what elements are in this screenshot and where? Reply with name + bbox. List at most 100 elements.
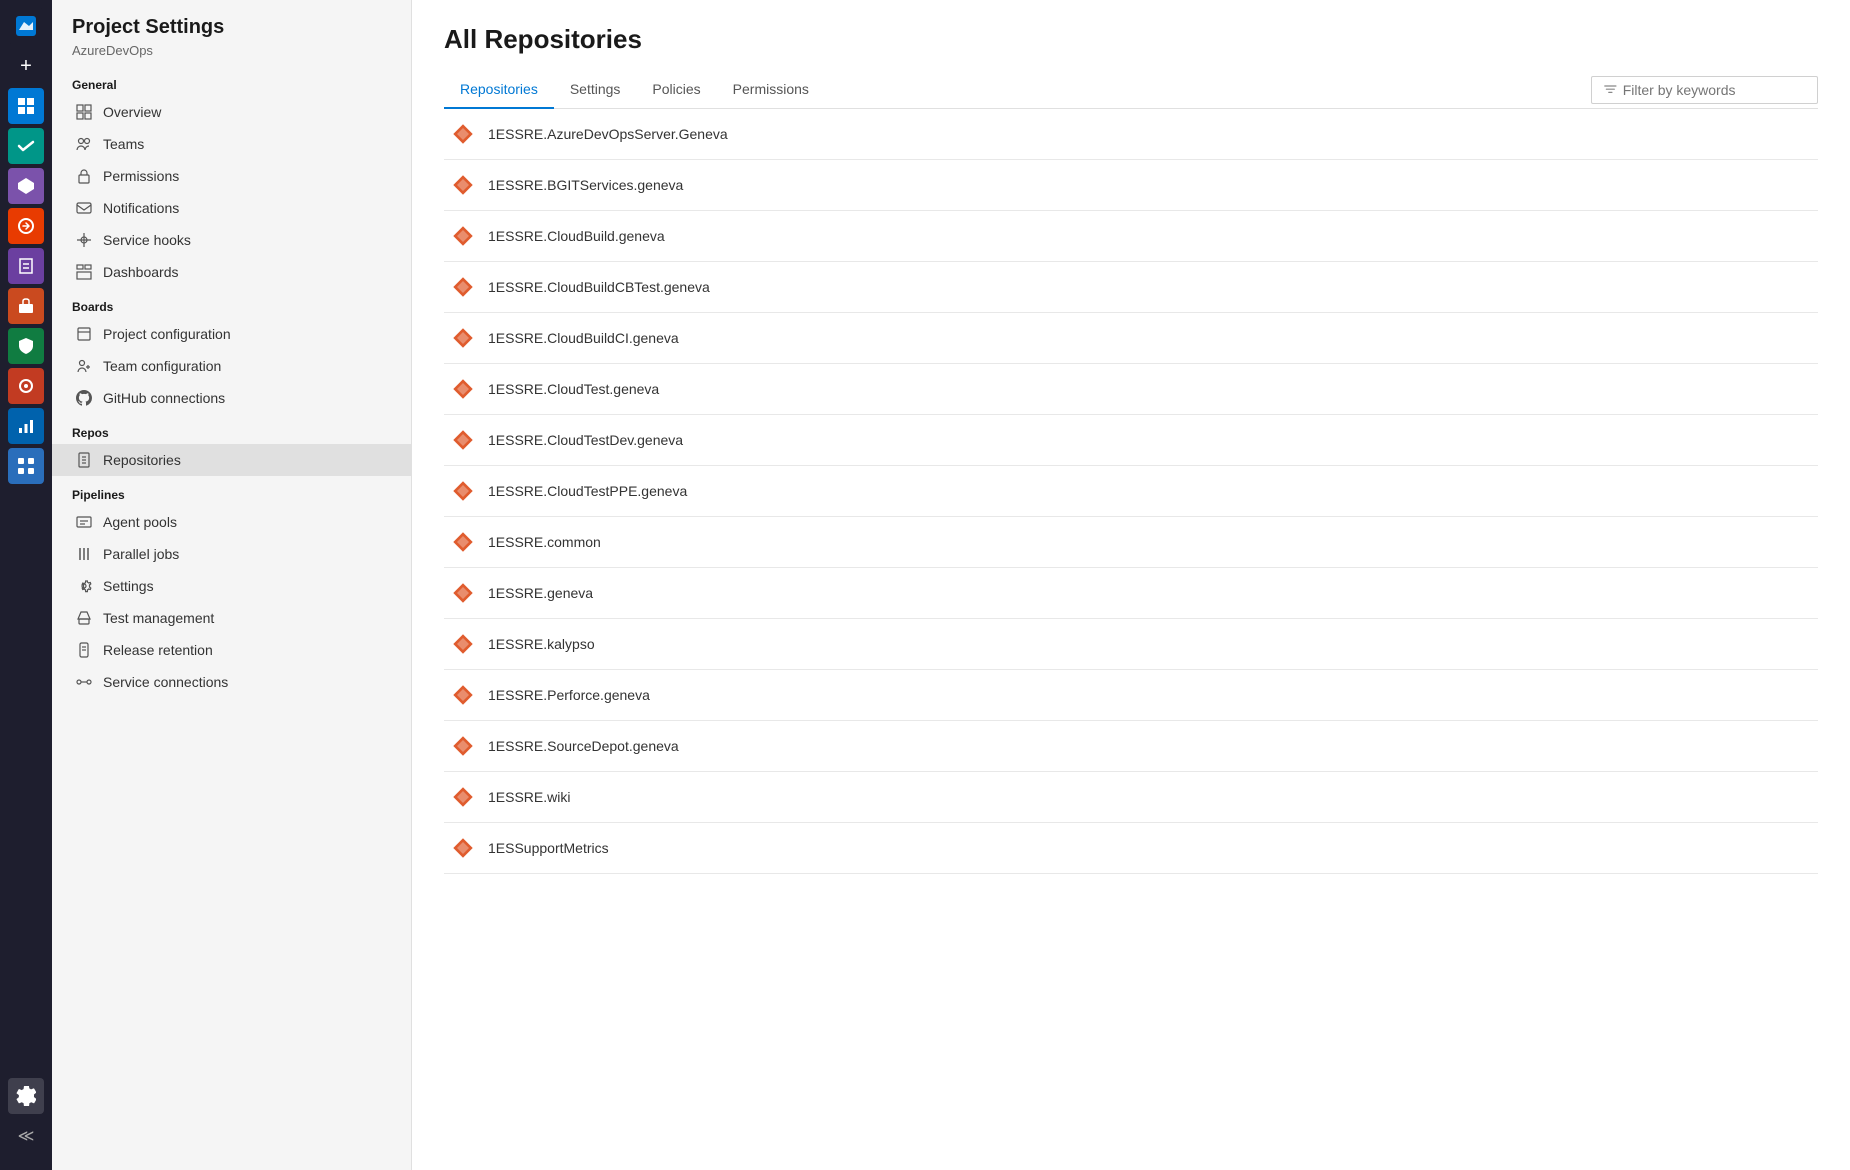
permissions-item[interactable]: Permissions: [52, 160, 411, 192]
pipeline-settings-icon: [75, 577, 93, 595]
repositories-tab[interactable]: Repositories: [444, 71, 554, 109]
repository-list-item[interactable]: 1ESSRE.geneva: [444, 568, 1818, 619]
notifications-item[interactable]: Notifications: [52, 192, 411, 224]
service-hooks-item[interactable]: Service hooks: [52, 224, 411, 256]
project-configuration-item[interactable]: Project configuration: [52, 318, 411, 350]
repository-list-item[interactable]: 1ESSRE.wiki: [444, 772, 1818, 823]
overview-icon: [75, 103, 93, 121]
pipelines-nav-icon[interactable]: [8, 208, 44, 244]
teams-item[interactable]: Teams: [52, 128, 411, 160]
repo-diamond-icon: [452, 327, 474, 349]
repository-list: 1ESSRE.AzureDevOpsServer.Geneva 1ESSRE.B…: [444, 109, 1818, 874]
repo-name: 1ESSRE.AzureDevOpsServer.Geneva: [488, 126, 728, 142]
error-nav-icon[interactable]: [8, 368, 44, 404]
agent-pools-item[interactable]: Agent pools: [52, 506, 411, 538]
service-hooks-icon: [75, 231, 93, 249]
repo-diamond-icon: [452, 429, 474, 451]
repository-list-item[interactable]: 1ESSRE.kalypso: [444, 619, 1818, 670]
permissions-tab[interactable]: Permissions: [717, 71, 825, 109]
team-configuration-item[interactable]: Team configuration: [52, 350, 411, 382]
policies-tab[interactable]: Policies: [636, 71, 716, 109]
repository-list-item[interactable]: 1ESSupportMetrics: [444, 823, 1818, 874]
sidebar-subtitle: AzureDevOps: [72, 43, 391, 58]
repo-diamond-icon: [452, 225, 474, 247]
repo-name: 1ESSRE.wiki: [488, 789, 570, 805]
repo-name: 1ESSRE.BGITServices.geneva: [488, 177, 683, 193]
repo-diamond-icon: [452, 735, 474, 757]
repo-diamond-icon: [452, 684, 474, 706]
filter-input-container[interactable]: [1591, 76, 1818, 104]
overview-item[interactable]: Overview: [52, 96, 411, 128]
security-nav-icon[interactable]: [8, 328, 44, 364]
repo-name: 1ESSRE.Perforce.geneva: [488, 687, 650, 703]
repository-list-item[interactable]: 1ESSRE.CloudTestPPE.geneva: [444, 466, 1818, 517]
main-title: All Repositories: [444, 24, 1818, 55]
settings-bottom-icon[interactable]: [8, 1078, 44, 1114]
notifications-icon: [75, 199, 93, 217]
parallel-jobs-icon: [75, 545, 93, 563]
service-connections-item[interactable]: Service connections: [52, 666, 411, 698]
sidebar-title: Project Settings: [72, 16, 391, 39]
test-plans-nav-icon[interactable]: [8, 248, 44, 284]
general-section-label: General: [52, 66, 411, 96]
repository-list-item[interactable]: 1ESSRE.CloudBuildCBTest.geneva: [444, 262, 1818, 313]
repo-name: 1ESSupportMetrics: [488, 840, 609, 856]
repositories-item[interactable]: Repositories: [52, 444, 411, 476]
sidebar-header: Project Settings AzureDevOps: [52, 0, 411, 66]
repo-diamond-icon: [452, 378, 474, 400]
parallel-jobs-item[interactable]: Parallel jobs: [52, 538, 411, 570]
repository-list-item[interactable]: 1ESSRE.CloudBuildCI.geneva: [444, 313, 1818, 364]
azure-devops-logo[interactable]: [8, 8, 44, 44]
repo-name: 1ESSRE.CloudTestDev.geneva: [488, 432, 683, 448]
repository-list-item[interactable]: 1ESSRE.CloudBuild.geneva: [444, 211, 1818, 262]
pipelines-section-label: Pipelines: [52, 476, 411, 506]
repository-list-item[interactable]: 1ESSRE.AzureDevOpsServer.Geneva: [444, 109, 1818, 160]
github-icon: [75, 389, 93, 407]
repository-list-item[interactable]: 1ESSRE.CloudTest.geneva: [444, 364, 1818, 415]
artifacts-nav-icon[interactable]: [8, 288, 44, 324]
repos-section-label: Repos: [52, 414, 411, 444]
repo-diamond-icon: [452, 786, 474, 808]
repo-diamond-icon: [452, 123, 474, 145]
repository-list-item[interactable]: 1ESSRE.common: [444, 517, 1818, 568]
repository-list-item[interactable]: 1ESSRE.SourceDepot.geneva: [444, 721, 1818, 772]
release-retention-item[interactable]: Release retention: [52, 634, 411, 666]
repo-name: 1ESSRE.CloudTestPPE.geneva: [488, 483, 687, 499]
repo-name: 1ESSRE.SourceDepot.geneva: [488, 738, 679, 754]
extensions-nav-icon[interactable]: [8, 448, 44, 484]
repositories-icon: [75, 451, 93, 469]
dashboards-item[interactable]: Dashboards: [52, 256, 411, 288]
repository-list-item[interactable]: 1ESSRE.CloudTestDev.geneva: [444, 415, 1818, 466]
analytics-nav-icon[interactable]: [8, 408, 44, 444]
repo-diamond-icon: [452, 480, 474, 502]
repos-nav-icon[interactable]: [8, 168, 44, 204]
test-management-item[interactable]: Test management: [52, 602, 411, 634]
agent-pools-icon: [75, 513, 93, 531]
add-button[interactable]: +: [8, 48, 44, 84]
activity-bar: + ≪: [0, 0, 52, 1170]
repository-list-item[interactable]: 1ESSRE.Perforce.geneva: [444, 670, 1818, 721]
boards-nav-icon[interactable]: [8, 88, 44, 124]
service-connections-icon: [75, 673, 93, 691]
repo-name: 1ESSRE.CloudTest.geneva: [488, 381, 659, 397]
repo-diamond-icon: [452, 582, 474, 604]
repo-diamond-icon: [452, 174, 474, 196]
teams-icon: [75, 135, 93, 153]
work-items-nav-icon[interactable]: [8, 128, 44, 164]
repo-diamond-icon: [452, 633, 474, 655]
repository-list-item[interactable]: 1ESSRE.BGITServices.geneva: [444, 160, 1818, 211]
pipeline-settings-item[interactable]: Settings: [52, 570, 411, 602]
repo-name: 1ESSRE.CloudBuildCBTest.geneva: [488, 279, 710, 295]
repo-name: 1ESSRE.CloudBuildCI.geneva: [488, 330, 679, 346]
filter-input[interactable]: [1623, 82, 1805, 98]
project-config-icon: [75, 325, 93, 343]
github-connections-item[interactable]: GitHub connections: [52, 382, 411, 414]
dashboards-icon: [75, 263, 93, 281]
settings-tab[interactable]: Settings: [554, 71, 637, 109]
main-content-area: All Repositories Repositories Settings P…: [412, 0, 1850, 1170]
release-retention-icon: [75, 641, 93, 659]
repo-name: 1ESSRE.CloudBuild.geneva: [488, 228, 665, 244]
collapse-sidebar-icon[interactable]: ≪: [8, 1118, 44, 1154]
tab-bar: Repositories Settings Policies Permissio…: [444, 71, 1818, 109]
team-config-icon: [75, 357, 93, 375]
